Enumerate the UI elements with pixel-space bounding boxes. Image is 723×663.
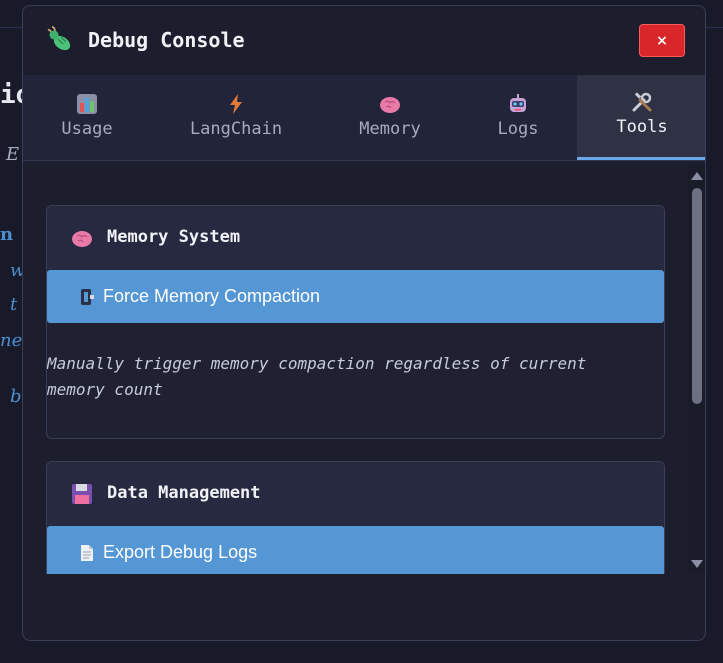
force-memory-compaction-button[interactable]: Force Memory Compaction <box>47 270 664 323</box>
tab-logs[interactable]: Logs <box>459 75 577 160</box>
export-debug-logs-button[interactable]: Export Debug Logs <box>47 526 664 574</box>
close-button[interactable]: × <box>639 24 685 57</box>
section-header: Data Management <box>47 462 664 526</box>
tools-icon <box>632 92 652 112</box>
scrollbar-thumb[interactable] <box>692 188 702 404</box>
tab-label: Usage <box>61 119 113 139</box>
brain-icon <box>72 231 92 247</box>
section-description: Manually trigger memory compaction regar… <box>47 354 587 399</box>
tab-label: Tools <box>616 117 668 137</box>
bar-chart-icon <box>77 94 97 114</box>
compress-icon <box>81 288 94 305</box>
bug-icon <box>47 26 71 51</box>
tools-panel: Memory System Force Memory Compaction Ma… <box>23 161 705 574</box>
section-title: Data Management <box>107 483 261 503</box>
lightning-icon <box>230 94 242 114</box>
tab-label: LangChain <box>189 119 283 139</box>
button-label: Force Memory Compaction <box>103 286 321 306</box>
floppy-disk-icon <box>72 484 92 504</box>
section-title: Memory System <box>107 227 241 247</box>
tab-label: Logs <box>497 119 539 139</box>
background-text: E <box>6 144 20 165</box>
background-text: n <box>0 224 14 245</box>
robot-icon <box>510 94 526 112</box>
debug-console-modal: Debug Console × Usage LangChain Memory L… <box>22 5 706 641</box>
tab-usage[interactable]: Usage <box>23 75 151 160</box>
background-text: t <box>10 294 18 315</box>
tab-tools[interactable]: Tools <box>577 75 705 160</box>
modal-title: Debug Console <box>88 28 245 52</box>
tab-bar: Usage LangChain Memory Logs Tools <box>23 75 705 161</box>
brain-icon <box>380 97 400 113</box>
data-management-section: Data Management Export Debug Logs <box>46 461 665 574</box>
modal-header: Debug Console × <box>23 6 705 76</box>
tab-langchain[interactable]: LangChain <box>151 75 321 160</box>
document-icon <box>81 544 93 561</box>
vertical-scrollbar[interactable] <box>687 166 705 574</box>
scroll-up-arrow-icon[interactable] <box>691 172 703 180</box>
scroll-down-arrow-icon[interactable] <box>691 560 703 568</box>
background-text: b <box>10 386 22 407</box>
background-text: ne <box>0 330 23 351</box>
tab-memory[interactable]: Memory <box>321 75 459 160</box>
button-label: Export Debug Logs <box>103 542 258 562</box>
memory-system-section: Memory System Force Memory Compaction Ma… <box>46 205 665 439</box>
tab-label: Memory <box>359 119 421 139</box>
section-header: Memory System <box>47 206 664 270</box>
